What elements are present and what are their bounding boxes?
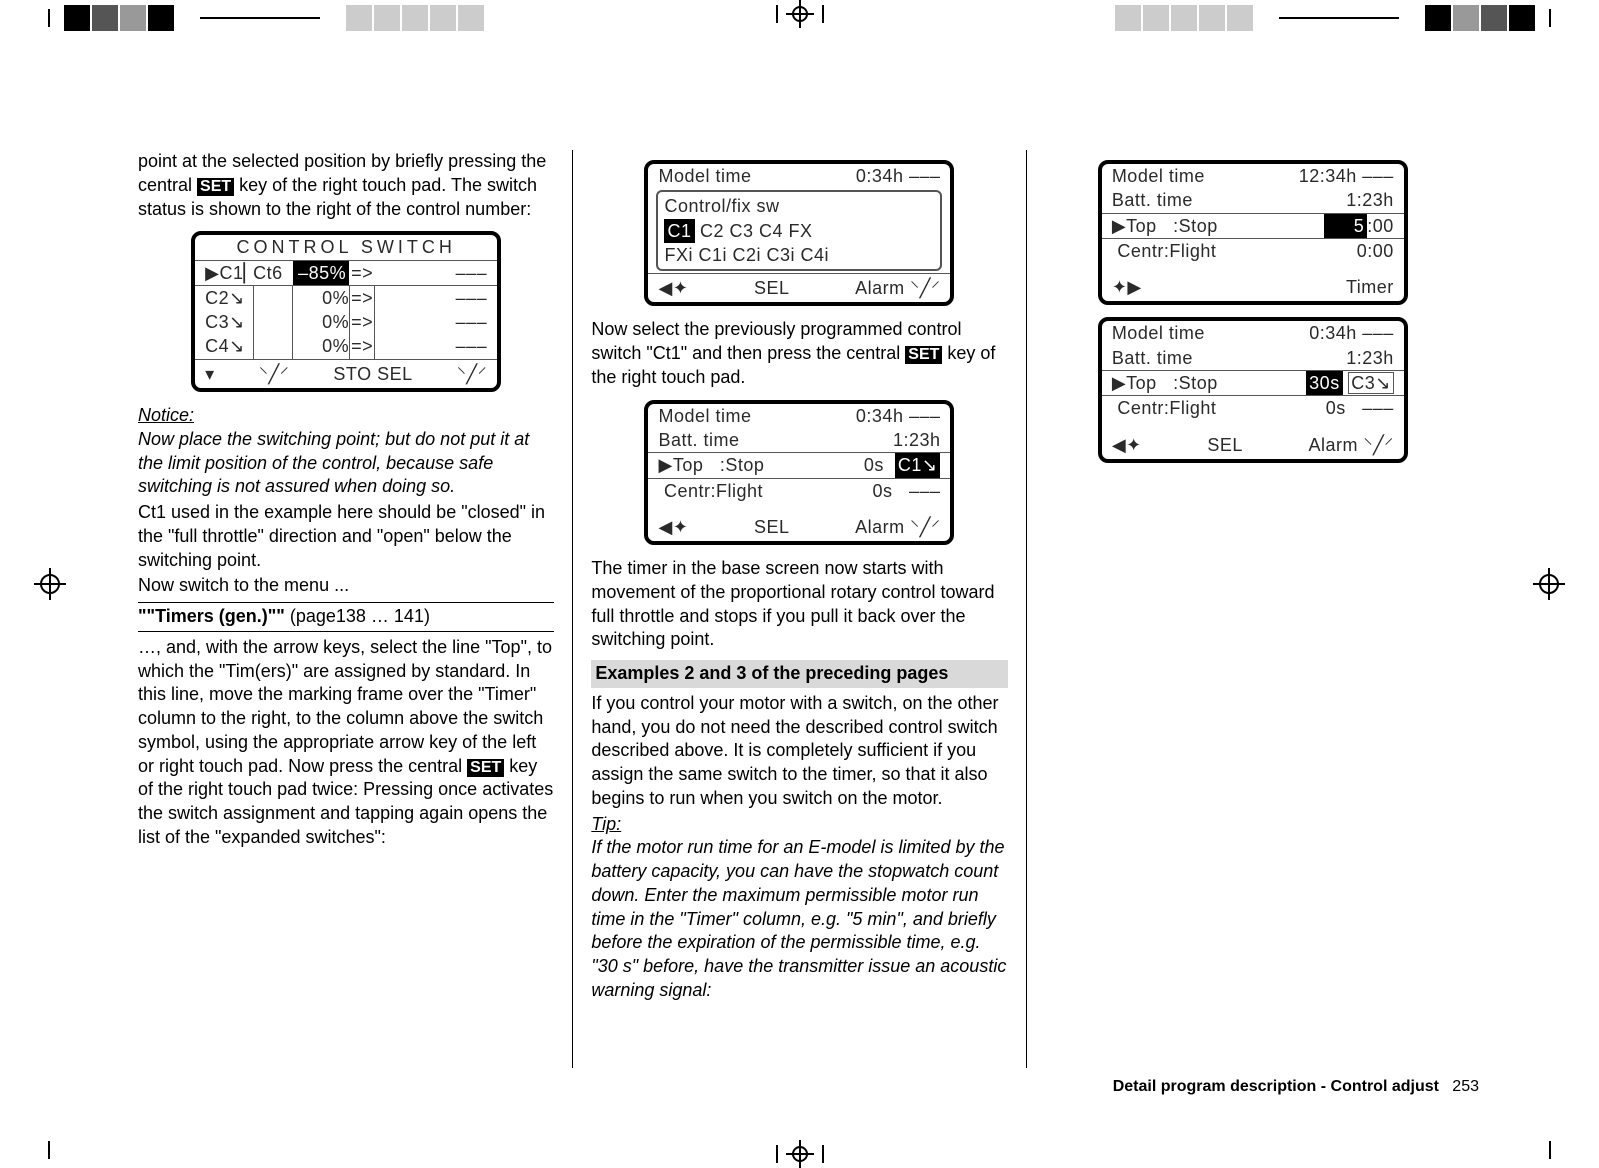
reg-mark-bottom <box>768 1144 832 1164</box>
menu-line: ""Timers (gen.)"" (page138 … 141) <box>138 602 554 629</box>
para-examples: If you control your motor with a switch,… <box>591 692 1007 811</box>
tip-body: If the motor run time for an E-model is … <box>591 836 1007 1002</box>
nav-icon: ◀✦ <box>1112 433 1142 457</box>
reg-mark-right <box>1533 568 1565 600</box>
lcd-col3-a: Model time12:34h ––– Batt. time1:23h ▶To… <box>1098 160 1408 305</box>
notice-body: Now place the switching point; but do no… <box>138 428 554 499</box>
set-key: SET <box>467 759 504 777</box>
page-footer: Detail program description - Control adj… <box>1113 1078 1479 1096</box>
nav-icon: ✦▶ <box>1112 275 1142 299</box>
alarm-label: Alarm ⸌╱⸍ <box>1308 433 1393 457</box>
nav-icon: ◀✦ <box>658 276 688 300</box>
reg-mark-left <box>34 568 66 600</box>
alarm-label: Alarm ⸌╱⸍ <box>855 515 940 539</box>
reg-mark-top <box>768 4 832 24</box>
set-key: SET <box>197 178 234 196</box>
lcd-col3-b: Model time0:34h ––– Batt. time1:23h ▶Top… <box>1098 317 1408 462</box>
column-3: Model time12:34h ––– Batt. time1:23h ▶To… <box>1026 150 1479 1068</box>
timer-label: Timer <box>1346 275 1394 299</box>
tip-head: Tip: <box>591 813 1007 837</box>
para-select-ct1: Now select the previously programmed con… <box>591 318 1007 389</box>
lcd-control-switch: CONTROL SWITCH ▶C1▏Ct6–85%=>––– C2↘0%=>–… <box>191 231 501 392</box>
page-body: point at the selected position by briefl… <box>120 150 1479 1068</box>
arrow-down-icon: ▾ <box>205 362 215 386</box>
switch-icon: ⸌╱⸍ <box>259 362 289 386</box>
switch-icon: ⸌╱⸍ <box>457 362 487 386</box>
set-key: SET <box>905 346 942 364</box>
para-ct1: Ct1 used in the example here should be "… <box>138 501 554 572</box>
alarm-label: Alarm ⸌╱⸍ <box>855 276 940 300</box>
intro-para: point at the selected position by briefl… <box>138 150 554 221</box>
para-arrowkeys: …, and, with the arrow keys, select the … <box>138 636 554 850</box>
notice-head: Notice: <box>138 404 554 428</box>
lcd-control-fix: Model time0:34h ––– Control/fix sw C1 C2… <box>644 160 954 306</box>
column-1: point at the selected position by briefl… <box>120 150 572 1068</box>
para-timer-base: The timer in the base screen now starts … <box>591 557 1007 652</box>
examples-subhead: Examples 2 and 3 of the preceding pages <box>591 660 1007 688</box>
para-switch-menu: Now switch to the menu ... <box>138 574 554 598</box>
column-2: Model time0:34h ––– Control/fix sw C1 C2… <box>572 150 1025 1068</box>
lcd-timer-ct1: Model time0:34h ––– Batt. time1:23h ▶Top… <box>644 400 954 545</box>
lcd-title: CONTROL SWITCH <box>195 235 497 259</box>
nav-icon: ◀✦ <box>658 515 688 539</box>
